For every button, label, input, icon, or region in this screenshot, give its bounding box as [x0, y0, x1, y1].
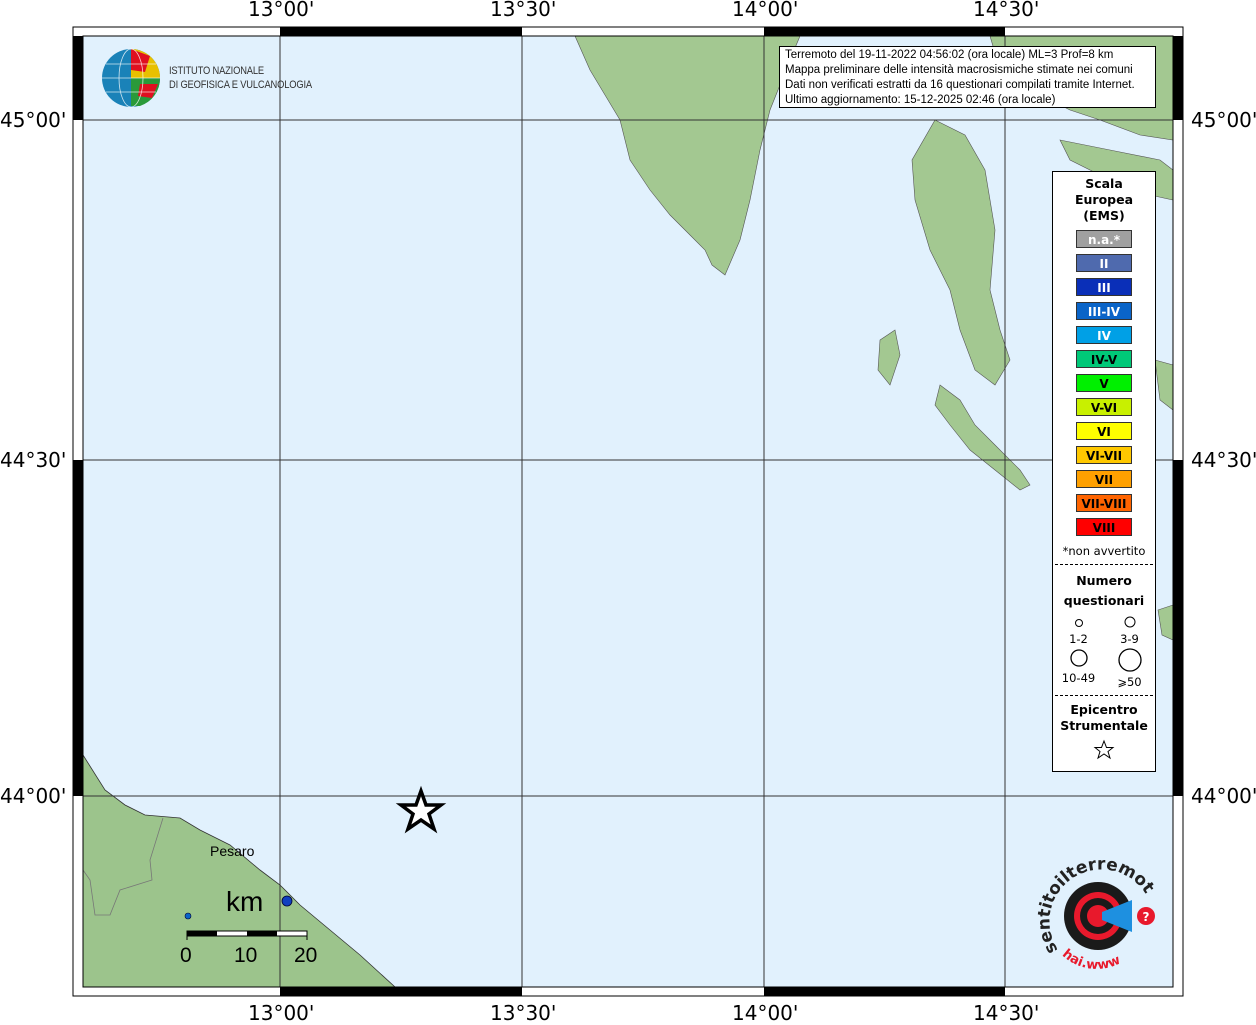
epicenter-title: Epicentro Strumentale [1053, 702, 1155, 734]
intensity-swatch: III-IV [1076, 302, 1132, 320]
info-line: Ultimo aggiornamento: 15-12-2025 02:46 (… [785, 94, 1056, 106]
scale-tick: 10 [234, 944, 258, 967]
divider [1055, 564, 1153, 565]
legend-title: Scala Europea (EMS) [1053, 176, 1155, 224]
ingv-logo-text: ISTITUTO NAZIONALE DI GEOFISICA E VULCAN… [169, 64, 337, 92]
info-line: Dati non verificati estratti da 16 quest… [785, 79, 1135, 91]
legend: Scala Europea (EMS) n.a.* II III III-IV IV IV… [1052, 171, 1156, 772]
intensity-swatch: V [1076, 374, 1132, 392]
lon-label-top: 14°30' [973, 0, 1040, 21]
count-title-line: Numero [1076, 573, 1132, 588]
epicenter-star-icon [1093, 739, 1115, 760]
ingv-logo-globe [102, 48, 161, 108]
epicenter-title-line: Epicentro [1070, 702, 1138, 717]
count-title-line: questionari [1063, 593, 1145, 608]
scale-tick: 20 [294, 944, 318, 967]
intensity-swatch: n.a.* [1076, 230, 1132, 248]
legend-title-line: Scala [1085, 176, 1123, 191]
info-line: Mappa preliminare delle intensità macros… [785, 64, 1133, 76]
lat-label-left: 44°30' [0, 448, 67, 472]
info-line: Terremoto del 19-11-2022 04:56:02 (ora l… [785, 49, 1114, 61]
lat-label-right: 44°30' [1191, 448, 1256, 472]
count-50-plus: ⩾50 [1104, 648, 1155, 689]
divider [1055, 695, 1153, 696]
count-label: 1-2 [1069, 632, 1088, 646]
intensity-swatch: VI [1076, 422, 1132, 440]
lat-label-right: 44°00' [1191, 784, 1256, 808]
intensity-swatch: VII [1076, 470, 1132, 488]
place-label-pesaro: Pesaro [210, 843, 255, 859]
epicenter-title-line: Strumentale [1060, 718, 1148, 733]
lon-label-bottom: 14°30' [973, 1001, 1040, 1025]
intensity-scale: n.a.* II III III-IV IV IV-V V V-VI VI VI-VII VII VI… [1053, 230, 1155, 536]
scale-unit: km [226, 886, 264, 917]
ingv-logo-line1: ISTITUTO NAZIONALE [169, 65, 264, 77]
lon-label-top: 13°00' [248, 0, 315, 21]
intensity-swatch: IV-V [1076, 350, 1132, 368]
lon-label-top: 14°00' [732, 0, 799, 21]
intensity-swatch: IV [1076, 326, 1132, 344]
legend-title-line: (EMS) [1083, 208, 1125, 223]
count-symbols: 1-2 3-9 10-49 ⩾50 [1053, 615, 1155, 689]
lat-label-left: 44°00' [0, 784, 67, 808]
count-1-2: 1-2 [1053, 615, 1104, 646]
lon-label-top: 13°30' [490, 0, 557, 21]
legend-footnote: *non avvertito [1062, 544, 1146, 558]
intensity-swatch: VI-VII [1076, 446, 1132, 464]
count-title: Numero questionari [1053, 571, 1155, 611]
legend-title-line: Europea [1074, 192, 1134, 207]
lon-label-bottom: 13°30' [490, 1001, 557, 1025]
intensity-swatch: III [1076, 278, 1132, 296]
intensity-point[interactable] [281, 895, 293, 907]
intensity-swatch: VII-VIII [1076, 494, 1132, 512]
event-info-box: Terremoto del 19-11-2022 04:56:02 (ora l… [779, 46, 1156, 108]
lon-label-bottom: 14°00' [732, 1001, 799, 1025]
intensity-swatch: V-VI [1076, 398, 1132, 416]
intensity-swatch: VIII [1076, 518, 1132, 536]
count-label: 3-9 [1120, 632, 1139, 646]
scale-tick: 0 [180, 944, 192, 967]
ingv-logo-line2: DI GEOFISICA E VULCANOLOGIA [169, 79, 312, 91]
svg-text:?: ? [1143, 910, 1150, 924]
lon-label-bottom: 13°00' [248, 1001, 315, 1025]
lat-label-right: 45°00' [1191, 108, 1256, 132]
count-label: ⩾50 [1117, 675, 1142, 689]
count-10-49: 10-49 [1053, 648, 1104, 689]
lat-label-left: 45°00' [0, 108, 67, 132]
intensity-point[interactable] [184, 912, 192, 920]
count-3-9: 3-9 [1104, 615, 1155, 646]
count-label: 10-49 [1061, 671, 1096, 685]
intensity-swatch: II [1076, 254, 1132, 272]
